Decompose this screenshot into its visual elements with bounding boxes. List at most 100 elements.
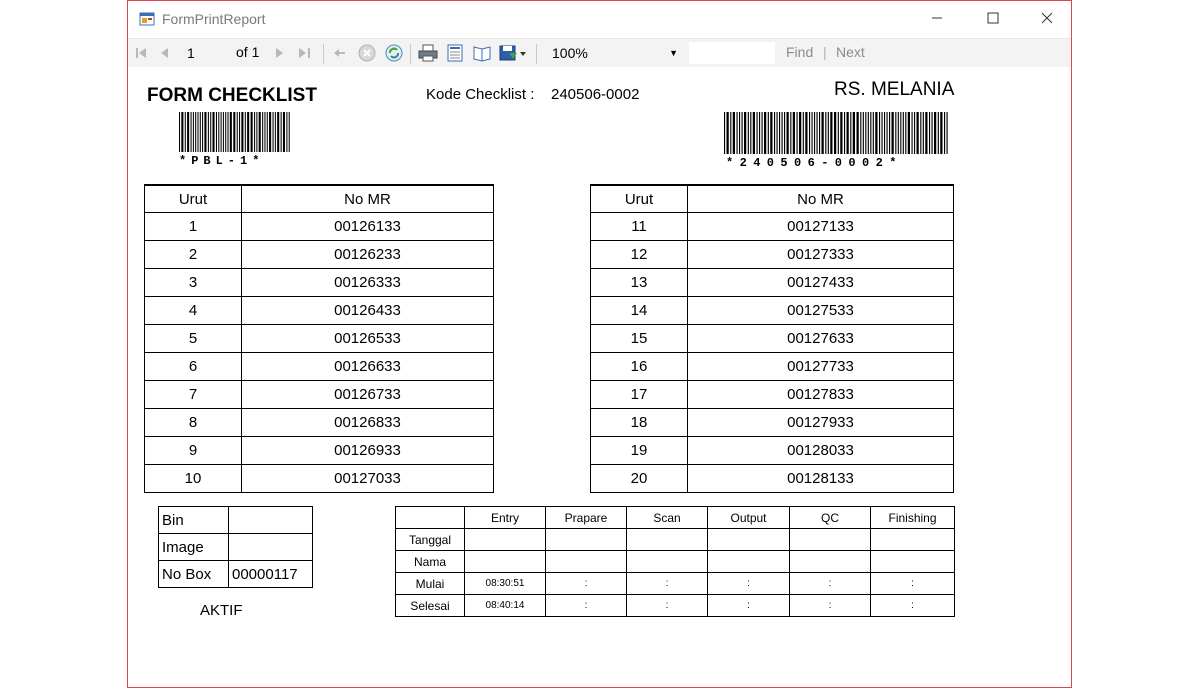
info-label: No Box bbox=[158, 560, 229, 588]
stop-button[interactable] bbox=[358, 44, 376, 62]
refresh-button[interactable] bbox=[385, 44, 403, 62]
print-layout-button[interactable] bbox=[446, 44, 464, 62]
barcode-bar bbox=[792, 112, 795, 154]
barcode-bar bbox=[256, 112, 258, 152]
status-cell bbox=[789, 528, 871, 551]
barcode-bar bbox=[846, 112, 849, 154]
barcode-bar bbox=[860, 112, 862, 154]
barcode-bar bbox=[870, 112, 872, 154]
table-row: 4 00126433 bbox=[144, 296, 494, 325]
barcode-bar bbox=[802, 112, 804, 154]
barcode-bar bbox=[233, 112, 236, 152]
status-row: Mulai 08:30:51::::: bbox=[395, 572, 955, 595]
report-toolbar: 1 of 1 100% ▼ Find | Next bbox=[128, 38, 1071, 69]
barcode-bar bbox=[856, 112, 859, 154]
no-mr-cell: 00127833 bbox=[687, 380, 954, 409]
status-cell: : bbox=[626, 572, 708, 595]
barcode-bar bbox=[865, 112, 867, 154]
first-page-button[interactable] bbox=[134, 44, 148, 62]
table-row: 10 00127033 bbox=[144, 464, 494, 493]
info-value bbox=[228, 533, 313, 561]
barcode-bar bbox=[250, 112, 253, 152]
table-row: 16 00127733 bbox=[590, 352, 954, 381]
maximize-button[interactable] bbox=[970, 1, 1016, 35]
print-button[interactable] bbox=[418, 44, 438, 62]
kode-checklist-value: 240506-0002 bbox=[551, 86, 640, 103]
barcode-bar bbox=[207, 112, 209, 152]
no-mr-cell: 00127533 bbox=[687, 296, 954, 325]
barcode-bar bbox=[805, 112, 808, 154]
barcode-bar bbox=[937, 112, 939, 154]
urut-cell: 16 bbox=[590, 352, 688, 381]
no-mr-cell: 00126233 bbox=[241, 240, 494, 269]
find-separator: | bbox=[823, 44, 827, 60]
status-cell: : bbox=[545, 594, 627, 617]
barcode-bar bbox=[821, 112, 824, 154]
zoom-dropdown-icon[interactable]: ▼ bbox=[669, 43, 678, 63]
barcode-bar bbox=[811, 112, 813, 154]
barcode-bar bbox=[931, 112, 933, 154]
barcode-bar bbox=[741, 112, 743, 154]
minimize-button[interactable] bbox=[914, 1, 960, 35]
urut-cell: 4 bbox=[144, 296, 242, 325]
barcode-bar bbox=[770, 112, 773, 154]
barcode-bar bbox=[799, 112, 802, 154]
stop-icon bbox=[358, 44, 376, 62]
table-row: 8 00126833 bbox=[144, 408, 494, 437]
close-button[interactable] bbox=[1024, 1, 1070, 35]
barcode-left-text: *PBL-1* bbox=[179, 154, 265, 168]
no-mr-cell: 00127633 bbox=[687, 324, 954, 353]
find-next-button[interactable]: Next bbox=[836, 44, 865, 60]
page-setup-button[interactable] bbox=[472, 44, 492, 62]
back-button[interactable] bbox=[332, 44, 348, 62]
last-page-button[interactable] bbox=[297, 44, 313, 62]
find-input[interactable] bbox=[689, 42, 775, 64]
zoom-select[interactable]: 100% ▼ bbox=[546, 43, 682, 63]
barcode-bar bbox=[862, 112, 864, 154]
status-column-header: Entry bbox=[464, 506, 546, 529]
table-row: 12 00127333 bbox=[590, 240, 954, 269]
urut-cell: 1 bbox=[144, 212, 242, 241]
status-row-label: Tanggal bbox=[395, 528, 465, 551]
table-row: 2 00126233 bbox=[144, 240, 494, 269]
barcode-bar bbox=[886, 112, 888, 154]
table-row: 13 00127433 bbox=[590, 268, 954, 297]
window-title: FormPrintReport bbox=[162, 11, 266, 27]
urut-cell: 7 bbox=[144, 380, 242, 409]
barcode-bar bbox=[274, 112, 276, 152]
table-header-row: Urut No MR bbox=[144, 184, 494, 213]
urut-cell: 17 bbox=[590, 380, 688, 409]
export-button[interactable] bbox=[499, 44, 527, 62]
status-cell bbox=[707, 528, 790, 551]
barcode-bar bbox=[830, 112, 833, 154]
barcode-bar bbox=[779, 112, 781, 154]
barcode-bar bbox=[837, 112, 839, 154]
app-icon bbox=[139, 11, 155, 27]
status-cell bbox=[464, 528, 546, 551]
table-row: 20 00128133 bbox=[590, 464, 954, 493]
status-cell: 08:30:51 bbox=[464, 572, 546, 595]
barcode-bar bbox=[786, 112, 789, 154]
barcode-right-text: *240506-0002* bbox=[726, 156, 903, 170]
barcode-bar bbox=[187, 112, 190, 152]
current-page-input[interactable]: 1 bbox=[184, 43, 223, 63]
status-cell: : bbox=[789, 572, 871, 595]
barcode-bar bbox=[905, 112, 907, 154]
status-cell bbox=[545, 550, 627, 573]
barcode-bar bbox=[944, 112, 946, 154]
barcode-bar bbox=[752, 112, 755, 154]
status-cell bbox=[626, 550, 708, 573]
urut-cell: 5 bbox=[144, 324, 242, 353]
title-bar: FormPrintReport bbox=[128, 1, 1071, 37]
find-button[interactable]: Find bbox=[786, 44, 813, 60]
back-icon bbox=[334, 49, 345, 57]
barcode-bar bbox=[280, 112, 282, 152]
report-canvas: FORM CHECKLIST Kode Checklist : 240506-0… bbox=[128, 67, 1071, 687]
close-icon bbox=[1041, 12, 1053, 24]
barcode-bar bbox=[934, 112, 937, 154]
next-page-button[interactable] bbox=[272, 44, 286, 62]
prev-page-button[interactable] bbox=[158, 44, 172, 62]
no-mr-cell: 00126333 bbox=[241, 268, 494, 297]
no-mr-cell: 00126533 bbox=[241, 324, 494, 353]
barcode-bar bbox=[244, 112, 246, 152]
